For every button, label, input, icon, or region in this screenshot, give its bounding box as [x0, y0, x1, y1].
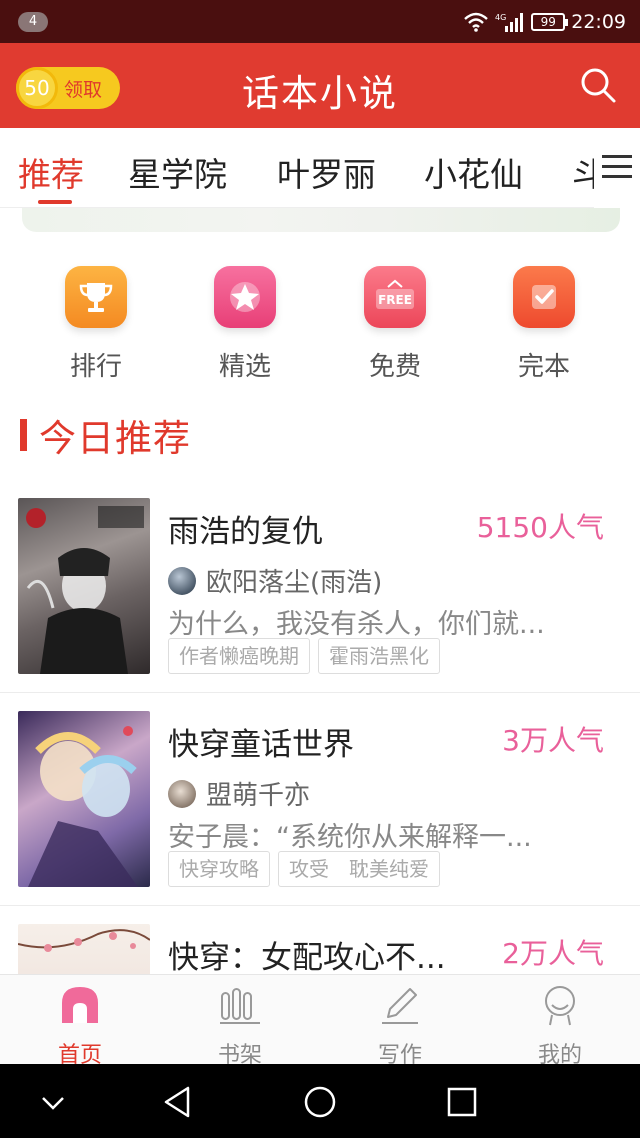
quick-link-label: 免费 — [368, 352, 421, 382]
home-icon — [62, 987, 98, 1023]
book-popularity: 3万人气 — [502, 724, 604, 757]
tab-dou[interactable]: 斗 — [572, 148, 596, 196]
quick-link-completed[interactable]: 完本 — [489, 266, 599, 383]
nav-profile[interactable]: 我的 — [480, 983, 640, 1069]
system-nav-bar — [0, 1064, 640, 1138]
clock: 22:09 — [571, 11, 626, 33]
quick-link-label: 完本 — [517, 352, 570, 382]
battery-icon: 99 — [531, 13, 569, 31]
nav-write[interactable]: 写作 — [320, 983, 480, 1069]
quick-link-free[interactable]: FREE 免费 — [340, 266, 450, 383]
author-avatar — [168, 566, 196, 595]
category-tabs: 推荐 星学院 叶罗丽 小花仙 斗 — [0, 128, 640, 208]
book-description: 为什么，我没有杀人，你们就... — [168, 609, 545, 640]
menu-icon — [602, 155, 632, 158]
nav-bookshelf[interactable]: 书架 — [160, 983, 320, 1069]
quick-link-featured[interactable]: 精选 — [190, 266, 300, 383]
trophy-icon — [65, 266, 127, 328]
tab-recommend[interactable]: 推荐 — [18, 148, 84, 196]
book-cover — [18, 498, 150, 674]
book-title: 快穿：女配攻心不... — [168, 940, 446, 976]
book-popularity: 5150人气 — [476, 511, 604, 544]
check-icon — [513, 266, 575, 328]
bookshelf-icon — [220, 988, 260, 1024]
book-tag[interactable]: 霍雨浩黑化 — [318, 638, 440, 674]
tab-active-indicator — [38, 200, 72, 204]
search-icon[interactable] — [578, 65, 618, 105]
book-title: 快穿童话世界 — [168, 727, 354, 763]
free-icon: FREE — [364, 266, 426, 328]
book-tag[interactable]: 攻受 耽美纯爱 — [278, 851, 440, 887]
section-accent-bar — [20, 419, 27, 451]
quick-links: 排行 精选 FREE 免费 完本 — [0, 266, 640, 386]
chevron-down-icon[interactable] — [33, 1082, 73, 1122]
recents-icon[interactable] — [442, 1082, 482, 1122]
book-description: 安子晨：“系统你从来解释一... — [168, 822, 532, 853]
tab-star-academy[interactable]: 星学院 — [128, 148, 227, 196]
book-popularity: 2万人气 — [502, 937, 604, 970]
app-title: 话本小说 — [242, 72, 398, 115]
book-tag[interactable]: 快穿攻略 — [168, 851, 270, 887]
banner-carousel[interactable] — [22, 208, 620, 232]
book-cover — [18, 711, 150, 887]
book-item[interactable]: 雨浩的复仇 5150人气 欧阳落尘(雨浩) 为什么，我没有杀人，你们就... 作… — [0, 480, 640, 693]
menu-icon-bar — [602, 175, 632, 178]
book-item[interactable]: 快穿童话世界 3万人气 盟萌千亦 安子晨：“系统你从来解释一... 快穿攻略 攻… — [0, 693, 640, 906]
notification-badge: 4 — [18, 12, 48, 32]
svg-text:FREE: FREE — [378, 293, 412, 307]
book-tags: 作者懒癌晚期 霍雨浩黑化 — [168, 638, 440, 674]
book-title: 雨浩的复仇 — [168, 514, 323, 550]
tab-menu-button[interactable] — [594, 128, 640, 208]
section-title: 今日推荐 — [39, 417, 191, 460]
menu-icon-bar — [602, 165, 632, 168]
status-indicators: 4G 99 22:09 — [463, 9, 626, 35]
tab-ye-luo-li[interactable]: 叶罗丽 — [277, 148, 376, 196]
pencil-icon — [382, 988, 418, 1024]
bottom-nav: 首页 书架 写作 我的 — [0, 974, 640, 1068]
book-tag[interactable]: 作者懒癌晚期 — [168, 638, 310, 674]
book-author: 欧阳落尘(雨浩) — [206, 568, 383, 598]
wifi-icon — [464, 12, 489, 32]
author-avatar — [168, 779, 196, 808]
home-circle-icon[interactable] — [300, 1082, 340, 1122]
profile-icon — [545, 986, 575, 1026]
tab-xiao-hua-xian[interactable]: 小花仙 — [424, 148, 523, 196]
section-header: 今日推荐 — [20, 412, 191, 460]
signal-icon: 4G — [495, 13, 524, 32]
star-icon — [214, 266, 276, 328]
book-author: 盟萌千亦 — [206, 781, 311, 811]
quick-link-ranking[interactable]: 排行 — [41, 266, 151, 383]
book-author-row: 盟萌千亦 — [168, 775, 310, 812]
quick-link-label: 精选 — [218, 352, 271, 382]
quick-link-label: 排行 — [69, 352, 122, 382]
network-label: 4G — [495, 13, 506, 22]
app-header: 50 领取 话本小说 — [0, 43, 640, 128]
status-bar: 4 4G 99 22:09 — [0, 0, 640, 43]
nav-home[interactable]: 首页 — [0, 983, 160, 1069]
back-icon[interactable] — [158, 1082, 198, 1122]
book-author-row: 欧阳落尘(雨浩) — [168, 562, 382, 599]
book-tags: 快穿攻略 攻受 耽美纯爱 — [168, 851, 440, 887]
